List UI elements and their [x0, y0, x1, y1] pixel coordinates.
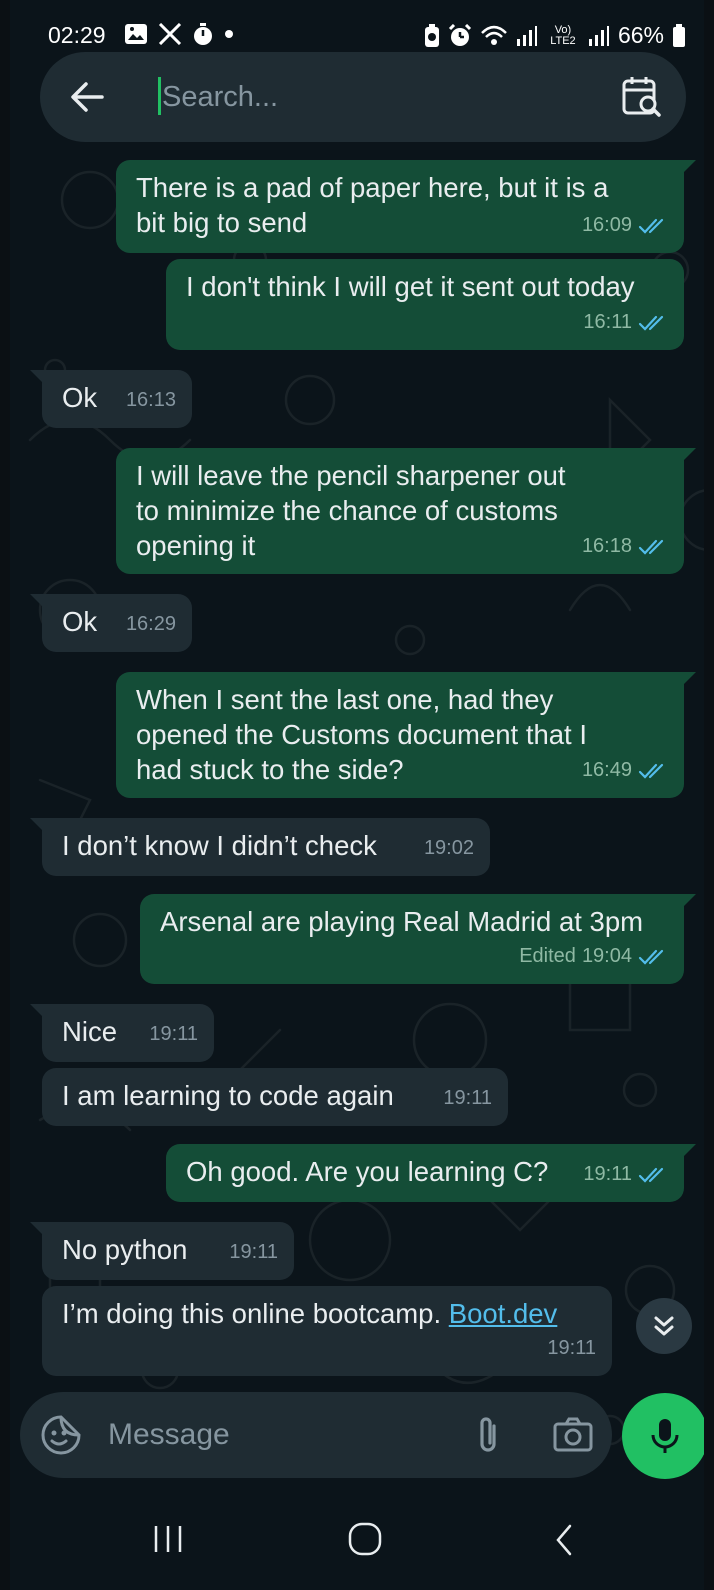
volte-label: Vo) LTE2 — [550, 23, 576, 47]
battery-percent: 66% — [617, 22, 664, 48]
signal-icon — [588, 25, 610, 47]
message-time: 16:13 — [125, 389, 176, 411]
alarm-icon — [448, 23, 472, 48]
system-status-icons: Vo) LTE2 66% — [424, 22, 686, 49]
message-text: Oh good. Are you learning C? — [186, 1156, 549, 1187]
battery-saver-icon — [424, 23, 440, 48]
message-text: I don't think I will get it sent out tod… — [186, 271, 635, 302]
message-meta: 16:29 — [126, 607, 176, 642]
message-text: Nice — [62, 1016, 118, 1047]
wifi-icon — [480, 25, 508, 47]
message-time: 19:04 — [581, 945, 632, 967]
notification-icons — [124, 22, 234, 46]
message-outgoing[interactable]: Arsenal are playing Real Madrid at 3pm E… — [140, 894, 696, 984]
sticker-emoji-icon[interactable] — [40, 1414, 82, 1456]
arrow-left-icon[interactable] — [66, 76, 108, 118]
message-text: When I sent the last one, had they opene… — [136, 684, 587, 785]
message-time: 19:11 — [547, 1337, 596, 1359]
read-receipt-icon — [638, 763, 664, 779]
message-meta: 16:13 — [126, 383, 176, 418]
message-text: I’m doing this online bootcamp. Boot.dev — [62, 1296, 557, 1331]
read-receipt-icon — [638, 315, 664, 331]
search-bar — [40, 52, 686, 142]
status-bar: 02:29 Vo) LTE2 66% — [10, 0, 704, 52]
message-incoming[interactable]: Ok 16:13 — [30, 370, 192, 428]
message-meta: 19:11 — [149, 1017, 198, 1052]
message-text: I will leave the pencil sharpener out to… — [136, 460, 566, 561]
edited-label: Edited — [519, 945, 576, 967]
message-incoming[interactable]: I don’t know I didn’t check 19:02 — [30, 818, 490, 876]
search-input[interactable] — [162, 74, 582, 120]
message-time: 16:29 — [125, 613, 176, 635]
camera-icon[interactable] — [552, 1414, 594, 1456]
message-time: 16:49 — [581, 759, 632, 781]
status-time: 02:29 — [48, 22, 106, 48]
message-text: Ok — [62, 382, 98, 413]
double-chevron-down-icon — [654, 1316, 674, 1336]
navigation-bar — [10, 1486, 704, 1590]
read-receipt-icon — [638, 539, 664, 555]
message-incoming[interactable]: I’m doing this online bootcamp. Boot.dev… — [42, 1286, 612, 1376]
message-meta: 19:02 — [424, 831, 474, 866]
message-outgoing[interactable]: There is a pad of paper here, but it is … — [116, 160, 696, 253]
message-time: 19:02 — [423, 837, 474, 859]
recents-icon[interactable] — [148, 1522, 188, 1556]
message-meta: 16:49 — [582, 753, 668, 788]
message-incoming[interactable]: No python 19:11 — [30, 1222, 294, 1280]
message-time: 16:09 — [581, 214, 632, 236]
message-time: 19:11 — [149, 1023, 198, 1045]
text-cursor — [158, 77, 161, 115]
read-receipt-icon — [638, 1167, 664, 1183]
message-composer — [20, 1392, 612, 1478]
message-outgoing[interactable]: I will leave the pencil sharpener out to… — [116, 448, 696, 574]
message-time: 16:18 — [581, 535, 632, 557]
message-time: 19:11 — [229, 1241, 278, 1263]
message-text: Ok — [62, 606, 98, 637]
read-receipt-icon — [638, 218, 664, 234]
signal-icon — [516, 25, 538, 47]
microphone-icon — [651, 1419, 679, 1453]
dot-icon — [224, 29, 234, 39]
scroll-to-bottom-button[interactable] — [636, 1298, 692, 1354]
message-meta: 19:11 — [443, 1081, 492, 1116]
gallery-icon — [124, 23, 148, 45]
message-outgoing[interactable]: I don't think I will get it sent out tod… — [166, 259, 684, 350]
message-text: I don’t know I didn’t check — [62, 830, 377, 861]
message-text: Arsenal are playing Real Madrid at 3pm — [160, 906, 644, 937]
message-text: There is a pad of paper here, but it is … — [136, 172, 609, 238]
message-time: 19:11 — [443, 1087, 492, 1109]
phone-screen: 02:29 Vo) LTE2 66% Search... There is a … — [10, 0, 704, 1590]
message-text-body: I’m doing this online bootcamp. — [62, 1298, 449, 1329]
message-text: No python — [62, 1234, 188, 1265]
message-outgoing[interactable]: When I sent the last one, had they opene… — [116, 672, 696, 798]
message-meta: 19:11 — [583, 1157, 668, 1192]
message-meta: 16:09 — [582, 208, 668, 243]
calendar-search-icon[interactable] — [620, 74, 664, 120]
message-meta: 19:11 — [229, 1235, 278, 1270]
message-meta: 19:11 — [547, 1331, 596, 1366]
message-input[interactable] — [108, 1412, 438, 1458]
message-incoming[interactable]: I am learning to code again 19:11 — [42, 1068, 508, 1126]
read-receipt-icon — [638, 949, 664, 965]
message-incoming[interactable]: Ok 16:29 — [30, 594, 192, 652]
message-meta: 16:18 — [582, 529, 668, 564]
message-time: 19:11 — [583, 1163, 632, 1185]
message-meta: 16:11 — [583, 305, 668, 340]
back-icon[interactable] — [550, 1520, 578, 1560]
message-meta: Edited 19:04 — [519, 939, 668, 974]
message-text: I am learning to code again — [62, 1080, 394, 1111]
timer-icon — [192, 22, 214, 46]
home-icon[interactable] — [346, 1520, 384, 1558]
paperclip-icon[interactable] — [470, 1414, 506, 1456]
message-outgoing[interactable]: Oh good. Are you learning C? 19:11 — [166, 1144, 696, 1202]
message-time: 16:11 — [583, 311, 632, 333]
battery-icon — [672, 23, 686, 48]
message-link[interactable]: Boot.dev — [449, 1298, 558, 1329]
message-incoming[interactable]: Nice 19:11 — [30, 1004, 214, 1062]
microphone-button[interactable] — [622, 1393, 704, 1479]
x-logo-icon — [158, 23, 182, 45]
